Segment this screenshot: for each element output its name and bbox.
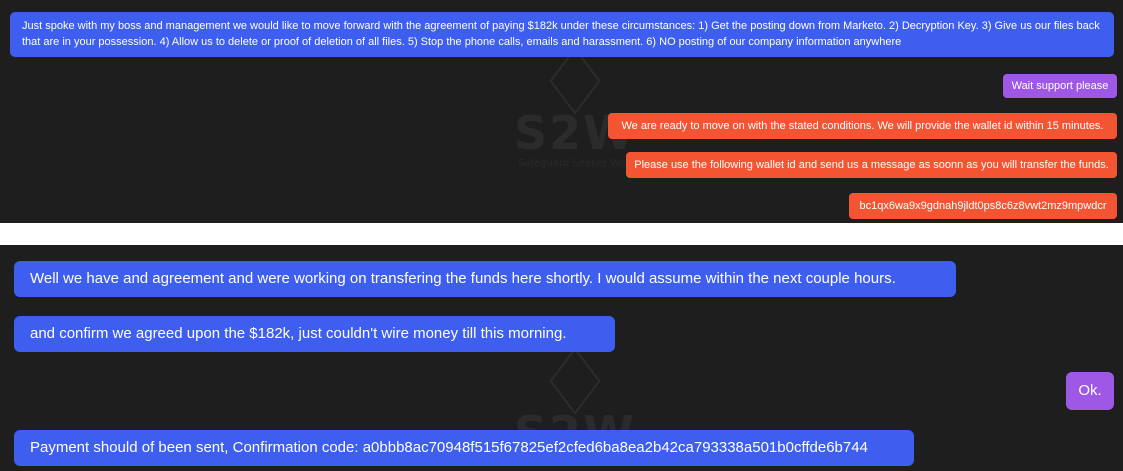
message-support-wait: Wait support please — [1003, 74, 1117, 98]
cube-logo-icon — [549, 347, 601, 415]
message-attacker-wallet-instructions: Please use the following wallet id and s… — [626, 152, 1117, 178]
message-victim-demand: Just spoke with my boss and management w… — [10, 12, 1114, 57]
message-attacker-ready: We are ready to move on with the stated … — [608, 113, 1117, 139]
chat-panel-top: S2W Safeguard Seeker Web Just spoke with… — [0, 0, 1123, 223]
chat-panel-bottom: S2W Well we have and agreement and were … — [0, 245, 1123, 471]
message-victim-payment-sent: Payment should of been sent, Confirmatio… — [14, 430, 914, 466]
message-support-ok: Ok. — [1066, 372, 1114, 410]
message-attacker-wallet-id: bc1qx6wa9x9gdnah9jldt0ps8c6z8vwt2mz9mpwd… — [849, 193, 1117, 219]
message-victim-agreement: Well we have and agreement and were work… — [14, 261, 956, 297]
cube-logo-icon — [549, 47, 601, 115]
message-victim-confirm: and confirm we agreed upon the $182k, ju… — [14, 316, 615, 352]
